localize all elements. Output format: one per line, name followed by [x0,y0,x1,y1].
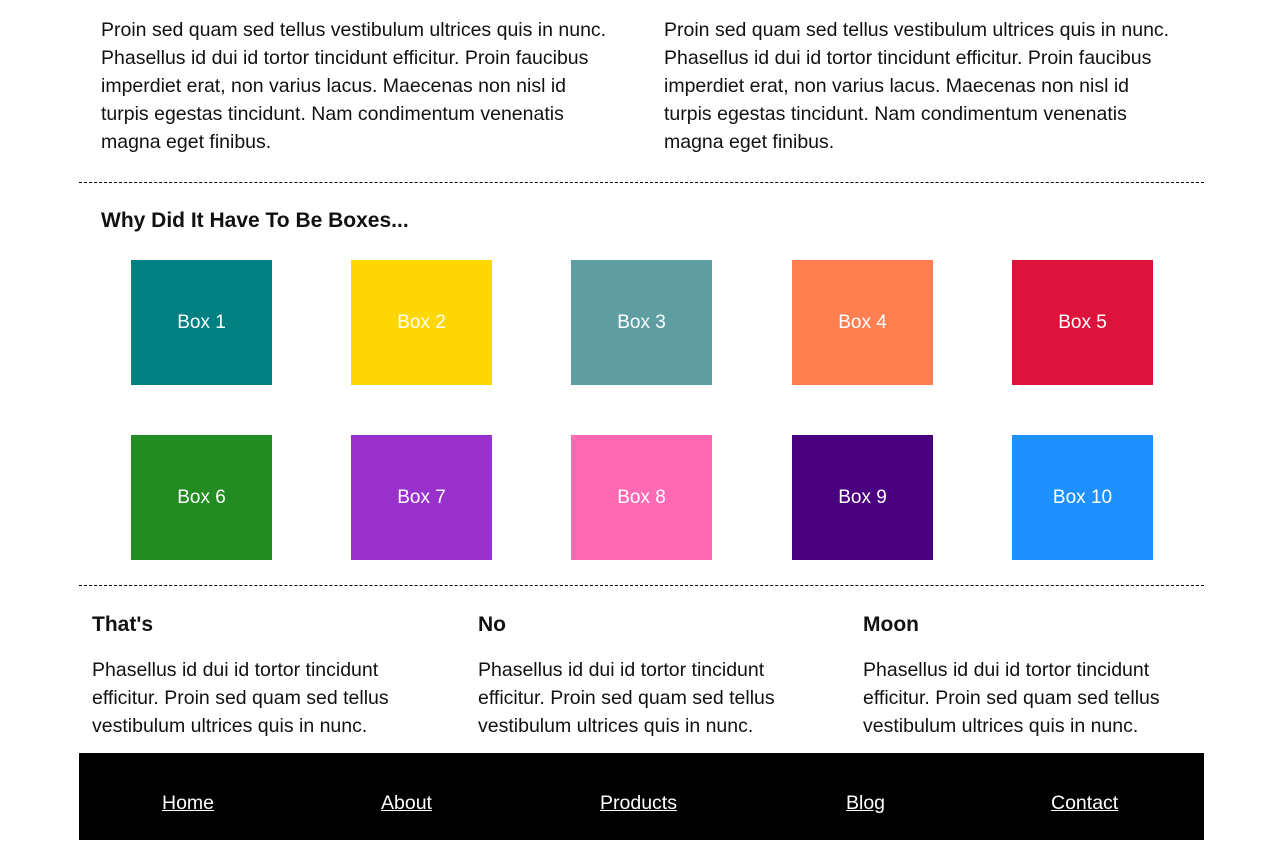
nav-link-blog[interactable]: Blog [846,792,885,815]
column-title: Moon [863,613,919,636]
column-no: No Phasellus id dui id tortor tincidunt … [478,612,808,740]
box-label: Box 6 [177,486,226,508]
nav-link-about[interactable]: About [381,792,432,815]
box-4[interactable]: Box 4 [792,260,933,385]
box-label: Box 1 [177,311,226,333]
column-text: Phasellus id dui id tortor tincidunt eff… [478,659,775,737]
nav-link-products[interactable]: Products [600,792,677,815]
page: Proin sed quam sed tellus vestibulum ult… [79,0,1204,840]
boxes-section: Why Did It Have To Be Boxes... Box 1 Box… [79,183,1204,586]
column-thats: That's Phasellus id dui id tortor tincid… [92,612,422,740]
column-text: Phasellus id dui id tortor tincidunt eff… [92,659,389,737]
box-6[interactable]: Box 6 [131,435,272,560]
nav-link-home[interactable]: Home [162,792,214,815]
box-label: Box 8 [617,486,666,508]
box-10[interactable]: Box 10 [1012,435,1153,560]
box-1[interactable]: Box 1 [131,260,272,385]
nav-link-contact[interactable]: Contact [1051,792,1118,815]
box-label: Box 9 [838,486,887,508]
box-7[interactable]: Box 7 [351,435,492,560]
intro-paragraph-1: Proin sed quam sed tellus vestibulum ult… [101,19,607,153]
intro-paragraph-2: Proin sed quam sed tellus vestibulum ult… [664,19,1170,153]
box-label: Box 2 [397,311,446,333]
box-5[interactable]: Box 5 [1012,260,1153,385]
column-moon: Moon Phasellus id dui id tortor tincidun… [863,612,1193,740]
box-2[interactable]: Box 2 [351,260,492,385]
box-label: Box 4 [838,311,887,333]
box-label: Box 10 [1052,486,1113,508]
footer-nav: Home About Products Blog Contact [79,753,1204,840]
boxes-heading: Why Did It Have To Be Boxes... [101,209,409,232]
column-title: No [478,613,506,636]
intro-section: Proin sed quam sed tellus vestibulum ult… [79,0,1204,183]
box-label: Box 5 [1058,311,1107,333]
box-3[interactable]: Box 3 [571,260,712,385]
box-label: Box 7 [397,486,446,508]
column-text: Phasellus id dui id tortor tincidunt eff… [863,659,1160,737]
box-8[interactable]: Box 8 [571,435,712,560]
box-label: Box 3 [617,311,666,333]
column-title: That's [92,613,154,636]
box-9[interactable]: Box 9 [792,435,933,560]
three-column-section: That's Phasellus id dui id tortor tincid… [79,586,1204,754]
